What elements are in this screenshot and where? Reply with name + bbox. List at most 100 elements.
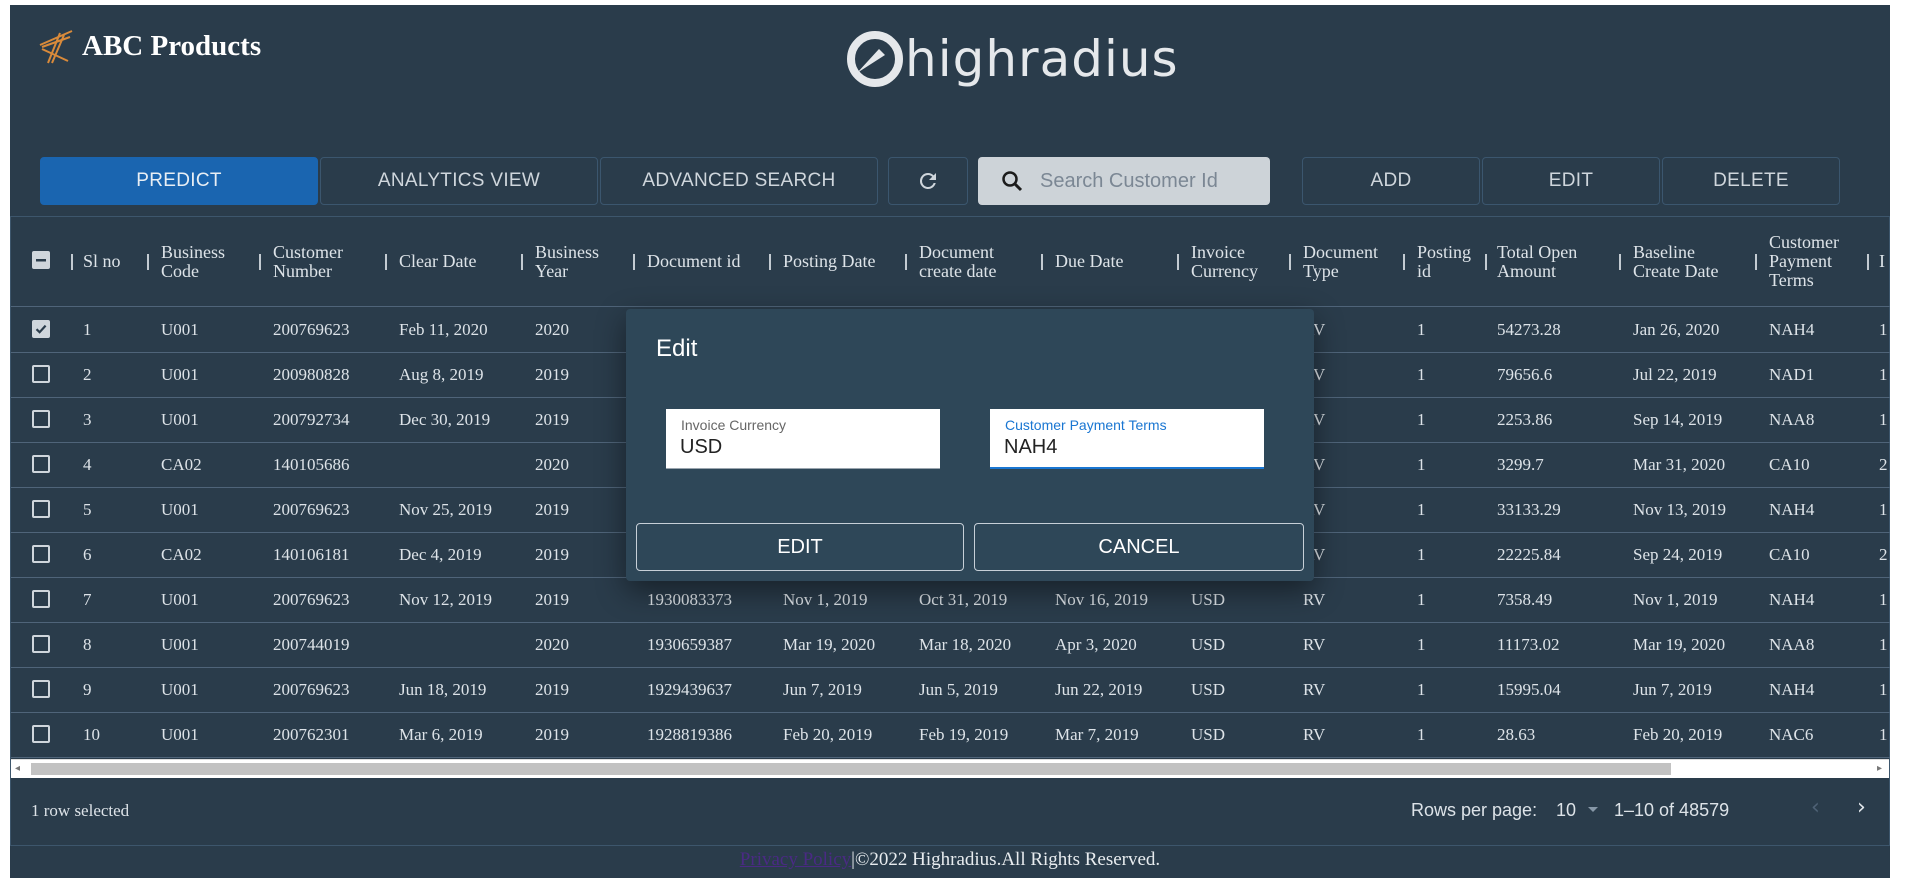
header-customer-payment-terms[interactable]: Customer Payment Terms (1769, 217, 1857, 306)
row-checkbox[interactable] (32, 680, 50, 698)
cell-next-column: 1 (1879, 364, 1888, 384)
customer-payment-terms-field[interactable]: Customer Payment Terms (990, 409, 1264, 469)
header-next-column[interactable]: I (1879, 217, 1890, 306)
row-checkbox[interactable] (32, 590, 50, 608)
row-checkbox[interactable] (32, 320, 50, 338)
invoice-currency-input[interactable] (680, 436, 924, 459)
row-checkbox[interactable] (32, 725, 50, 743)
invoice-currency-label: Invoice Currency (681, 417, 787, 433)
column-separator (147, 254, 149, 270)
header-invoice-currency[interactable]: Invoice Currency (1191, 217, 1281, 306)
horizontal-scrollbar[interactable]: ◂ ▸ (11, 759, 1889, 778)
cell-business-code: U001 (161, 679, 199, 699)
cell-due-date: Mar 7, 2019 (1055, 724, 1139, 744)
cell-invoice-currency: USD (1191, 679, 1226, 699)
add-button[interactable]: ADD (1302, 157, 1480, 205)
cell-customer-payment-terms: NAC6 (1769, 724, 1814, 744)
cell-business-code: U001 (161, 499, 199, 519)
cell-document-create-date: Mar 18, 2020 (919, 634, 1012, 654)
column-separator (769, 254, 771, 270)
table-row[interactable]: 10 U001 200762301 Mar 6, 2019 2019 1928819386… (11, 712, 1890, 758)
cell-business-year: 2020 (535, 454, 569, 474)
header-posting-id[interactable]: Posting id (1417, 217, 1483, 306)
scroll-left-icon[interactable]: ◂ (15, 763, 20, 774)
header-clear-date[interactable]: Clear Date (399, 217, 509, 306)
cell-business-year: 2019 (535, 679, 569, 699)
header-total-open-amount[interactable]: Total Open Amount (1497, 217, 1603, 306)
cell-customer-number: 140106181 (273, 544, 350, 564)
cell-next-column: 1 (1879, 724, 1888, 744)
header-customer-number[interactable]: Customer Number (273, 217, 353, 306)
rows-per-page-select[interactable]: 10 (1556, 800, 1576, 821)
highradius-logo-icon (847, 31, 903, 87)
cell-total-open-amount: 54273.28 (1497, 319, 1561, 339)
header-baseline-create-date[interactable]: Baseline Create Date (1633, 217, 1733, 306)
table-row[interactable]: 8 U001 200744019 2020 1930659387 Mar 19, 2020… (11, 622, 1890, 668)
next-page-icon[interactable]: › (1857, 795, 1885, 823)
header-sl-no[interactable]: Sl no (83, 217, 135, 306)
scrollbar-thumb[interactable] (31, 763, 1671, 775)
analytics-view-button[interactable]: ANALYTICS VIEW (320, 157, 598, 205)
cell-business-year: 2019 (535, 364, 569, 384)
invoice-currency-field[interactable]: Invoice Currency (666, 409, 940, 469)
delete-button[interactable]: DELETE (1662, 157, 1840, 205)
cell-baseline-create-date: Mar 19, 2020 (1633, 634, 1726, 654)
customer-payment-terms-input[interactable] (1004, 436, 1248, 459)
row-checkbox[interactable] (32, 500, 50, 518)
header-due-date[interactable]: Due Date (1055, 217, 1165, 306)
row-checkbox[interactable] (32, 365, 50, 383)
search-box[interactable] (978, 157, 1270, 205)
row-checkbox[interactable] (32, 455, 50, 473)
cell-customer-payment-terms: NAH4 (1769, 499, 1815, 519)
header-document-create-date[interactable]: Document create date (919, 217, 1019, 306)
column-separator (905, 254, 907, 270)
select-all-checkbox[interactable] (32, 251, 50, 269)
dialog-cancel-button[interactable]: CANCEL (974, 523, 1304, 571)
table-row[interactable]: 9 U001 200769623 Jun 18, 2019 2019 1929439637… (11, 667, 1890, 713)
cell-total-open-amount: 15995.04 (1497, 679, 1561, 699)
header-posting-date[interactable]: Posting Date (783, 217, 895, 306)
pagination-range: 1–10 of 48579 (1614, 800, 1730, 820)
privacy-policy-link[interactable]: Privacy Policy (740, 849, 851, 870)
cell-document-create-date: Jun 5, 2019 (919, 679, 998, 699)
cell-customer-number: 200769623 (273, 679, 350, 699)
cell-baseline-create-date: Sep 14, 2019 (1633, 409, 1723, 429)
refresh-button[interactable] (888, 157, 968, 205)
header-document-type[interactable]: Document Type (1303, 217, 1395, 306)
scroll-right-icon[interactable]: ▸ (1877, 763, 1882, 774)
cell-clear-date: Dec 4, 2019 (399, 544, 482, 564)
cell-document-id: 1930083373 (647, 589, 732, 609)
row-checkbox[interactable] (32, 635, 50, 653)
app-window: ABC Products highradius PREDICT ANALYTIC… (10, 5, 1890, 878)
edit-button[interactable]: EDIT (1482, 157, 1660, 205)
search-input[interactable] (1038, 168, 1262, 194)
row-checkbox[interactable] (32, 410, 50, 428)
cell-posting-id: 1 (1417, 724, 1426, 744)
cell-total-open-amount: 2253.86 (1497, 409, 1553, 429)
header-document-id[interactable]: Document id (647, 217, 757, 306)
cell-clear-date: Feb 11, 2020 (399, 319, 488, 339)
header-business-code[interactable]: Business Code (161, 217, 241, 306)
predict-button[interactable]: PREDICT (40, 157, 318, 205)
previous-page-icon[interactable]: ‹ (1811, 795, 1839, 823)
cell-total-open-amount: 3299.7 (1497, 454, 1544, 474)
refresh-icon (919, 172, 936, 189)
column-separator (521, 254, 523, 270)
brand: ABC Products (38, 27, 261, 65)
header-business-year[interactable]: Business Year (535, 217, 615, 306)
cell-document-create-date: Feb 19, 2019 (919, 724, 1009, 744)
cell-due-date: Nov 16, 2019 (1055, 589, 1149, 609)
check-icon (35, 324, 47, 334)
dialog-edit-button[interactable]: EDIT (636, 523, 964, 571)
cell-invoice-currency: USD (1191, 589, 1226, 609)
advanced-search-button[interactable]: ADVANCED SEARCH (600, 157, 878, 205)
dropdown-arrow-icon[interactable] (1588, 807, 1598, 812)
column-separator (1867, 254, 1869, 270)
cell-sl-no: 1 (83, 319, 92, 339)
cell-customer-number: 200769623 (273, 589, 350, 609)
search-icon (1002, 171, 1023, 192)
column-separator (1041, 254, 1043, 270)
column-separator (385, 254, 387, 270)
row-checkbox[interactable] (32, 545, 50, 563)
table-row[interactable]: 7 U001 200769623 Nov 12, 2019 2019 1930083373… (11, 577, 1890, 623)
